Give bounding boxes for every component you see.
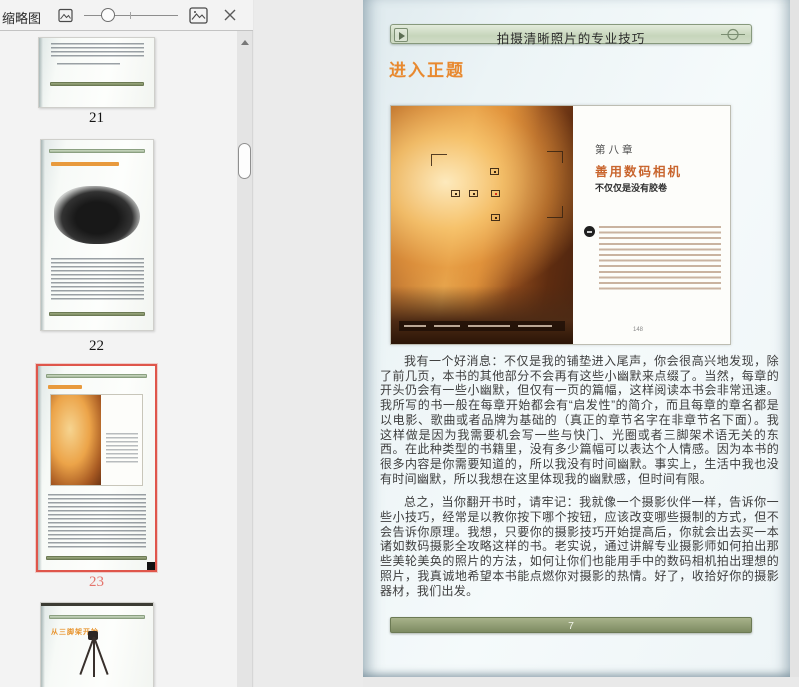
mini-footer-bar — [50, 82, 144, 86]
thumbnail-page-art — [39, 38, 154, 107]
current-view-indicator — [147, 562, 155, 570]
thumbnail-label-22: 22 — [89, 338, 104, 354]
scan-top-edge — [41, 603, 153, 606]
panel-title: 缩略图 — [2, 11, 42, 26]
focus-point — [451, 190, 460, 197]
slider-midpoint-tick — [130, 12, 131, 19]
thumbnail-page-21[interactable] — [38, 37, 155, 108]
tripod-leg — [92, 636, 109, 675]
text-lines-placeholder — [51, 43, 144, 59]
canyon-photo — [391, 106, 573, 344]
compass-icon — [721, 28, 745, 41]
page-edge-shadow — [41, 603, 45, 687]
mini-footer-bar — [49, 312, 145, 316]
paragraph: 我有一个好消息：不仅是我的铺垫进入尾声，你会很高兴地发现，除了前几页，本书的其他… — [380, 354, 779, 486]
caption-segment — [518, 324, 552, 328]
mini-orange-heading — [48, 385, 82, 389]
chapter-label: 第八章 — [595, 144, 636, 156]
text-lines-placeholder — [106, 433, 138, 463]
zoom-slider-handle[interactable] — [101, 8, 115, 22]
close-panel-icon[interactable] — [223, 8, 237, 22]
caption-segment — [468, 324, 510, 328]
pdf-viewer: 缩略图 21 22 23 从三脚架开始 拍摄清晰照片的专业技巧 进入正题 第八章… — [0, 0, 799, 687]
mini-header-bar — [49, 615, 145, 619]
thumbnail-panel: 缩略图 21 22 23 从三脚架开始 — [0, 0, 253, 687]
page-header-title: 拍摄清晰照片的专业技巧 — [496, 32, 646, 46]
page-header-bar: 拍摄清晰照片的专业技巧 — [390, 24, 752, 46]
chapter-title: 善用数码相机 — [595, 165, 683, 179]
mini-orange-heading — [51, 162, 119, 166]
mini-chapter-page — [101, 395, 142, 485]
viewer-background — [254, 0, 363, 687]
viewer-background-right — [790, 0, 799, 687]
thumbnail-toolbar: 缩略图 — [0, 0, 253, 31]
mini-figure — [50, 394, 143, 486]
paragraph: 总之，当你翻开书时，请牢记：我就像一个摄影伙伴一样，告诉你一些小技巧，经常是以教… — [380, 495, 779, 598]
viewer-background-bottom — [363, 677, 799, 687]
camera-badge-icon — [584, 226, 595, 237]
focus-point — [469, 190, 478, 197]
scroll-up-arrow[interactable] — [237, 37, 252, 49]
slider-track[interactable] — [84, 15, 178, 16]
thumbnail-label-21: 21 — [89, 110, 104, 126]
caption-segment — [404, 324, 426, 328]
focus-point — [490, 168, 499, 175]
thumbnail-page-23-selected[interactable] — [36, 364, 157, 572]
large-thumbnail-icon[interactable] — [189, 6, 208, 25]
text-lines-placeholder — [51, 258, 144, 302]
mini-header-bar — [49, 149, 145, 153]
mini-header-bar — [46, 374, 147, 378]
focus-point — [491, 214, 500, 221]
chapter-subtitle: 不仅仅是没有胶卷 — [595, 183, 668, 193]
chapter-page-number: 148 — [633, 327, 644, 333]
page-edge-shadow — [38, 366, 42, 570]
page-number: 7 — [568, 620, 574, 632]
mini-canyon-photo — [51, 395, 102, 485]
camera-photo — [54, 185, 140, 245]
photo-caption-bar — [399, 321, 565, 331]
viewfinder-bracket — [431, 154, 447, 166]
viewfinder-bracket — [547, 151, 563, 163]
focus-point-active — [491, 190, 500, 197]
chapter-intro-text-placeholder — [599, 226, 721, 290]
thumbnail-page-art: 从三脚架开始 — [41, 603, 153, 687]
thumbnail-page-22[interactable] — [40, 139, 154, 331]
viewfinder-bracket — [547, 206, 563, 218]
thumbnail-scrollbar[interactable] — [237, 31, 252, 687]
thumbnail-zoom-slider[interactable] — [84, 0, 178, 31]
body-text: 我有一个好消息：不仅是我的铺垫进入尾声，你会很高兴地发现，除了前几页，本书的其他… — [380, 354, 779, 607]
thumbnail-page-24[interactable]: 从三脚架开始 — [40, 602, 154, 687]
scrollbar-thumb[interactable] — [238, 143, 251, 179]
thumbnail-label-23: 23 — [89, 574, 104, 590]
page-edge-shadow — [41, 140, 45, 330]
page-edge-shadow — [39, 38, 43, 107]
section-heading: 进入正题 — [389, 61, 465, 80]
mini-footer-bar — [46, 556, 147, 560]
book-spread-figure: 第八章 善用数码相机 不仅仅是没有胶卷 148 — [390, 105, 731, 345]
text-lines-placeholder — [48, 494, 146, 550]
document-page[interactable]: 拍摄清晰照片的专业技巧 进入正题 第八章 善用数码相机 不仅仅是没有胶卷 148… — [363, 0, 790, 677]
thumbnail-page-art — [38, 366, 155, 570]
chapter-title-page: 第八章 善用数码相机 不仅仅是没有胶卷 148 — [573, 106, 730, 344]
small-thumbnail-icon[interactable] — [58, 8, 73, 23]
caption-segment — [434, 324, 460, 328]
text-lines-placeholder — [57, 63, 120, 67]
thumbnail-page-art — [41, 140, 153, 330]
page-footer-bar: 7 — [390, 617, 752, 633]
